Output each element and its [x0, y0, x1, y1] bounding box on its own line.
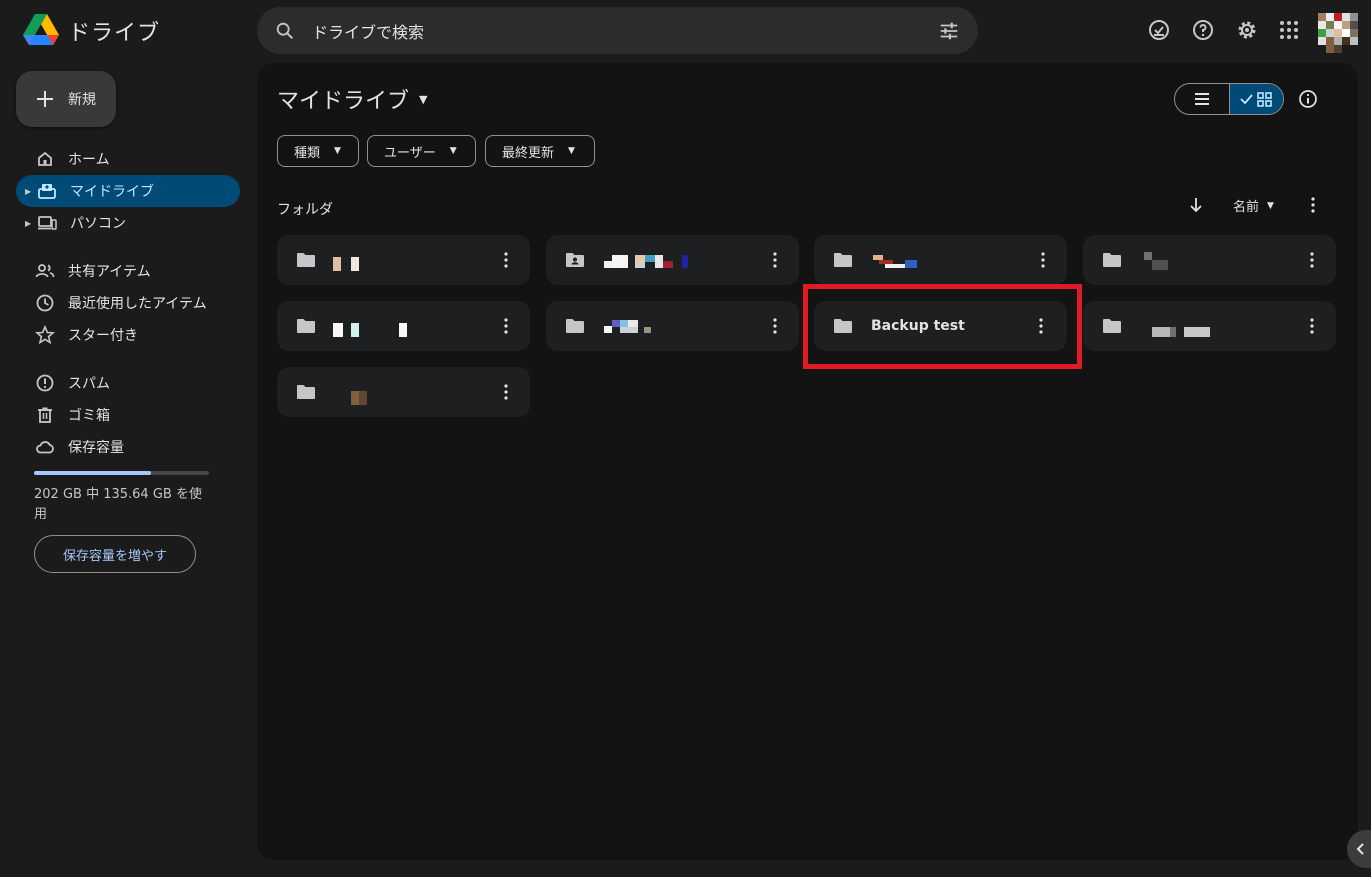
page-title: マイドライブ [277, 89, 410, 114]
sidebar-item-label: 最近使用したアイテム [68, 296, 207, 312]
more-options-icon[interactable] [765, 250, 785, 270]
more-options-icon[interactable] [1302, 316, 1322, 336]
list-view-icon [1194, 93, 1209, 105]
more-options-icon[interactable] [496, 382, 516, 402]
filter-label: 種類 [294, 145, 321, 161]
folder-card[interactable] [277, 367, 530, 417]
sidebar-item-my-drive[interactable]: ▶ マイドライブ [16, 175, 240, 207]
sidebar-item-label: 共有アイテム [68, 264, 151, 280]
search-bar[interactable]: ドライブで検索 [257, 7, 978, 54]
filter-type-chip[interactable]: 種類 ▼ [277, 135, 359, 167]
folder-icon [297, 253, 315, 267]
drive-logo-icon[interactable] [22, 13, 60, 47]
sidebar-item-home[interactable]: ホーム [16, 143, 240, 175]
cloud-icon [36, 441, 54, 454]
app-title[interactable]: ドライブ [68, 15, 160, 47]
more-options-icon[interactable] [496, 316, 516, 336]
plus-icon [37, 91, 53, 107]
sidebar-item-label: パソコン [70, 216, 126, 232]
apps-icon[interactable] [1277, 18, 1301, 42]
sidebar-item-storage[interactable]: 保存容量 [16, 431, 240, 463]
sort-label: 名前 [1233, 200, 1260, 215]
page-title-dropdown[interactable]: マイドライブ ▼ [277, 83, 427, 115]
sort-direction-icon[interactable] [1186, 195, 1206, 215]
list-view-button[interactable] [1175, 84, 1229, 114]
grid-view-icon [1240, 92, 1273, 107]
sidebar-item-label: 保存容量 [68, 440, 124, 456]
sidebar-item-shared[interactable]: 共有アイテム [16, 255, 240, 287]
folder-card[interactable] [277, 235, 530, 285]
sidebar-item-label: ゴミ箱 [68, 408, 110, 424]
chevron-down-icon: ▼ [334, 146, 341, 156]
trash-icon [38, 407, 52, 423]
storage-progress-bar [34, 471, 209, 475]
main-panel [257, 63, 1358, 860]
folder-icon [1103, 253, 1121, 267]
recent-icon [36, 294, 54, 312]
more-options-icon[interactable] [496, 250, 516, 270]
info-icon[interactable] [1298, 89, 1318, 109]
grid-view-button[interactable] [1228, 84, 1283, 114]
section-label: フォルダ [277, 202, 333, 218]
folder-icon [297, 385, 315, 399]
sidebar-item-recent[interactable]: 最近使用したアイテム [16, 287, 240, 319]
account-avatar[interactable] [1318, 13, 1358, 53]
more-options-icon[interactable] [765, 316, 785, 336]
folder-card[interactable] [546, 301, 799, 351]
folder-card[interactable] [814, 235, 1067, 285]
search-input[interactable]: ドライブで検索 [312, 19, 938, 43]
folder-card[interactable] [1083, 235, 1336, 285]
sidebar-item-spam[interactable]: スパム [16, 367, 240, 399]
more-options-icon[interactable] [1303, 195, 1323, 215]
folder-icon [297, 319, 315, 333]
filter-people-chip[interactable]: ユーザー ▼ [367, 135, 476, 167]
filter-modified-chip[interactable]: 最終更新 ▼ [485, 135, 595, 167]
sidebar-item-label: ホーム [68, 152, 110, 168]
chevron-left-icon [1356, 843, 1364, 855]
new-button-label: 新規 [68, 92, 96, 108]
chevron-down-icon: ▼ [1267, 200, 1274, 211]
search-options-icon[interactable] [938, 20, 960, 42]
help-icon[interactable] [1191, 18, 1215, 42]
sidebar-item-starred[interactable]: スター付き [16, 319, 240, 351]
my-drive-icon [38, 184, 56, 199]
sidebar-item-label: スター付き [68, 328, 138, 344]
sidebar-item-label: スパム [68, 376, 110, 392]
folder-icon [834, 253, 852, 267]
chevron-down-icon: ▼ [449, 146, 457, 156]
folder-card[interactable] [1083, 301, 1336, 351]
folder-card-shared[interactable] [546, 235, 799, 285]
expand-caret-icon[interactable]: ▶ [25, 219, 35, 228]
more-options-icon[interactable] [1302, 250, 1322, 270]
sidebar-item-label: マイドライブ [70, 184, 154, 200]
sort-by-button[interactable]: 名前 ▼ [1233, 196, 1274, 215]
filter-label: 最終更新 [502, 145, 555, 161]
chevron-down-icon: ▼ [419, 92, 428, 106]
more-options-icon[interactable] [1033, 250, 1053, 270]
shared-folder-icon [566, 253, 584, 267]
filter-label: ユーザー [384, 145, 436, 161]
expand-caret-icon[interactable]: ▶ [25, 187, 35, 196]
highlight-annotation-box [803, 284, 1082, 369]
search-icon[interactable] [274, 20, 296, 42]
sidebar-item-trash[interactable]: ゴミ箱 [16, 399, 240, 431]
computers-icon [38, 216, 57, 230]
chevron-down-icon: ▼ [568, 146, 575, 156]
folder-icon [566, 319, 584, 333]
shared-icon [35, 264, 55, 278]
folder-icon [1103, 319, 1121, 333]
star-icon [35, 325, 55, 345]
get-more-storage-button[interactable]: 保存容量を増やす [34, 535, 196, 573]
storage-progress-fill [34, 471, 152, 475]
view-toggle[interactable] [1174, 83, 1284, 115]
home-icon [38, 151, 52, 166]
new-button[interactable]: 新規 [16, 71, 116, 127]
spam-icon [36, 374, 54, 392]
sidebar-item-computers[interactable]: ▶ パソコン [16, 207, 240, 239]
side-panel-toggle[interactable] [1347, 830, 1371, 868]
settings-icon[interactable] [1235, 18, 1259, 42]
ready-offline-icon[interactable] [1147, 18, 1171, 42]
storage-usage-text: 202 GB 中 135.64 GB を使用 [34, 487, 202, 522]
